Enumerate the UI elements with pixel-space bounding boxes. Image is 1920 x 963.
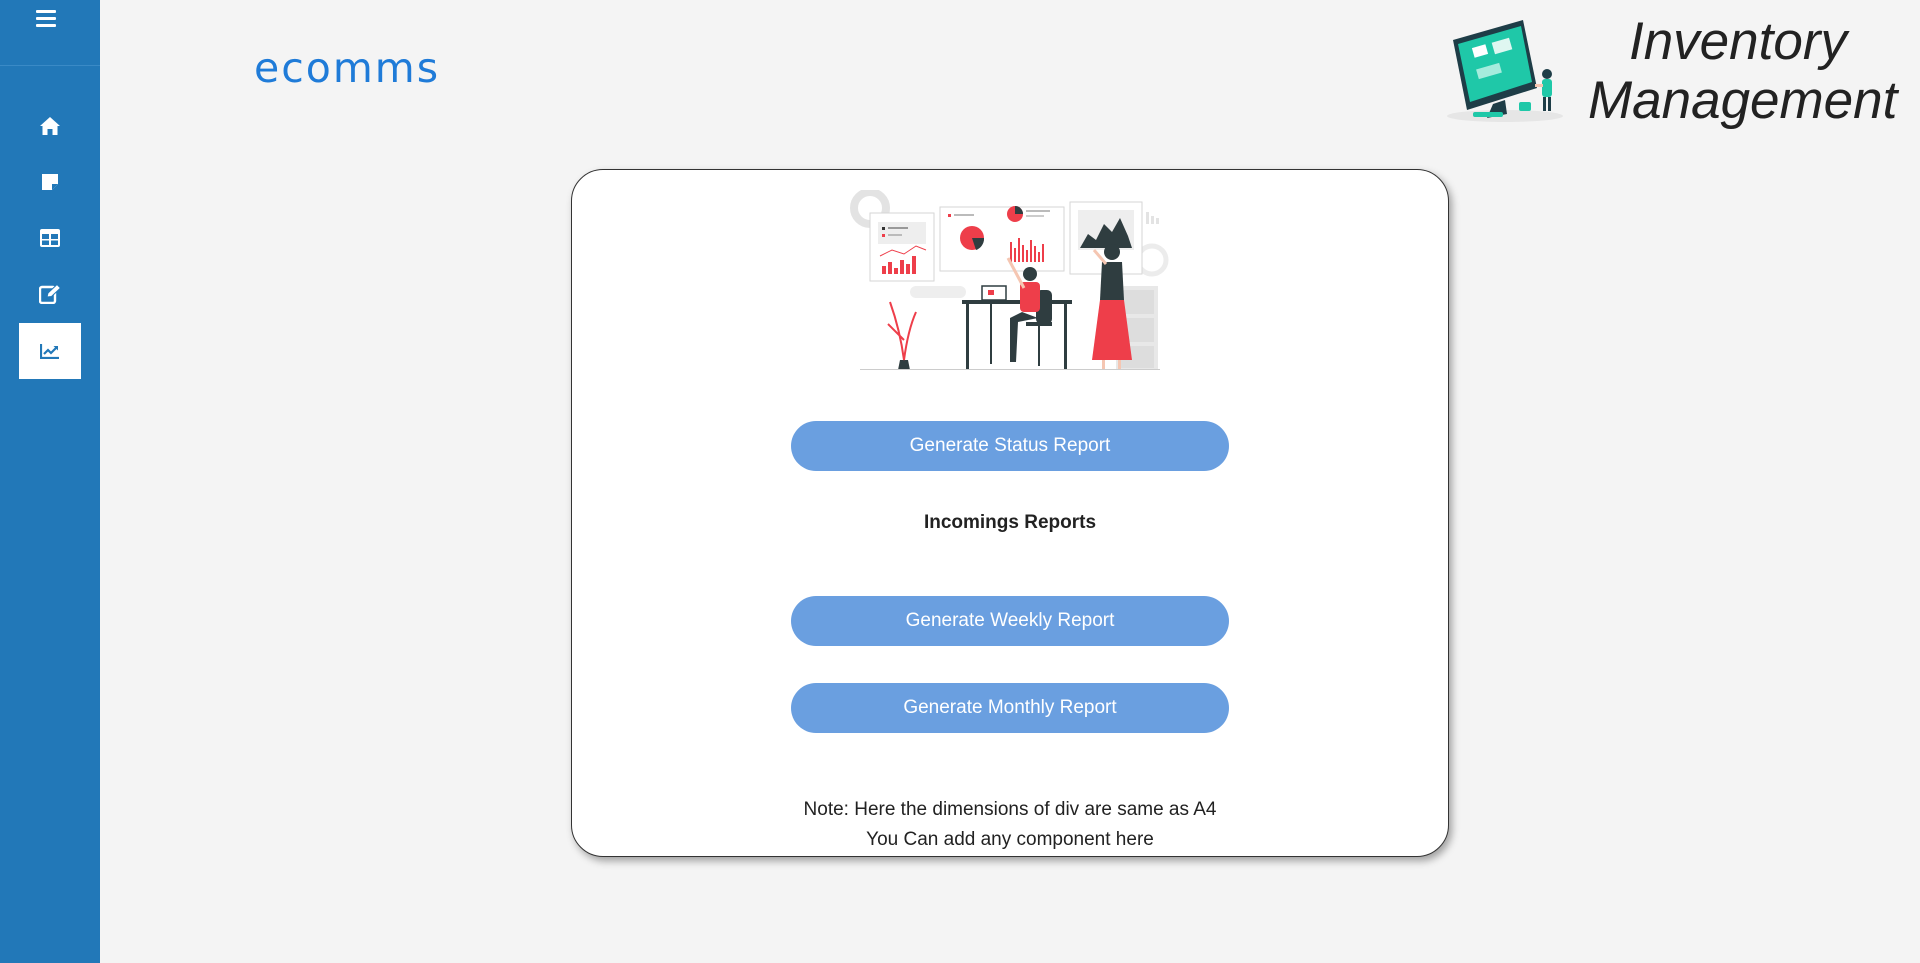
analytics-illustration xyxy=(850,190,1169,370)
sidebar-item-home[interactable] xyxy=(19,98,81,154)
sidebar xyxy=(0,0,100,963)
sidebar-divider xyxy=(0,65,100,66)
home-icon xyxy=(40,117,60,135)
inventory-illustration xyxy=(1447,20,1563,122)
page-title-line1: Inventory xyxy=(1628,12,1847,71)
page-title: Inventory Management xyxy=(1588,12,1898,130)
chart-line-icon xyxy=(40,344,59,359)
incomings-reports-heading: Incomings Reports xyxy=(923,512,1097,533)
edit-icon xyxy=(39,284,61,304)
page-title-line2: Management xyxy=(1588,71,1898,130)
sticky-note-icon xyxy=(42,174,58,190)
sidebar-item-reports[interactable] xyxy=(19,323,81,379)
generate-weekly-report-button[interactable]: Generate Weekly Report xyxy=(791,596,1229,646)
hamburger-menu-icon[interactable] xyxy=(36,10,56,28)
table-icon xyxy=(40,229,60,247)
sidebar-item-edit[interactable] xyxy=(19,266,81,322)
report-card: Generate Status Report Incomings Reports… xyxy=(571,169,1449,857)
sidebar-item-notes[interactable] xyxy=(19,154,81,210)
sidebar-item-table[interactable] xyxy=(19,210,81,266)
generate-status-report-button[interactable]: Generate Status Report xyxy=(791,421,1229,471)
generate-monthly-report-button[interactable]: Generate Monthly Report xyxy=(791,683,1229,733)
card-note: Note: Here the dimensions of div are sam… xyxy=(572,795,1448,855)
note-line2: You Can add any component here xyxy=(866,829,1154,850)
brand-logo[interactable]: ecomms xyxy=(254,44,440,92)
note-line1: Note: Here the dimensions of div are sam… xyxy=(803,799,1217,820)
